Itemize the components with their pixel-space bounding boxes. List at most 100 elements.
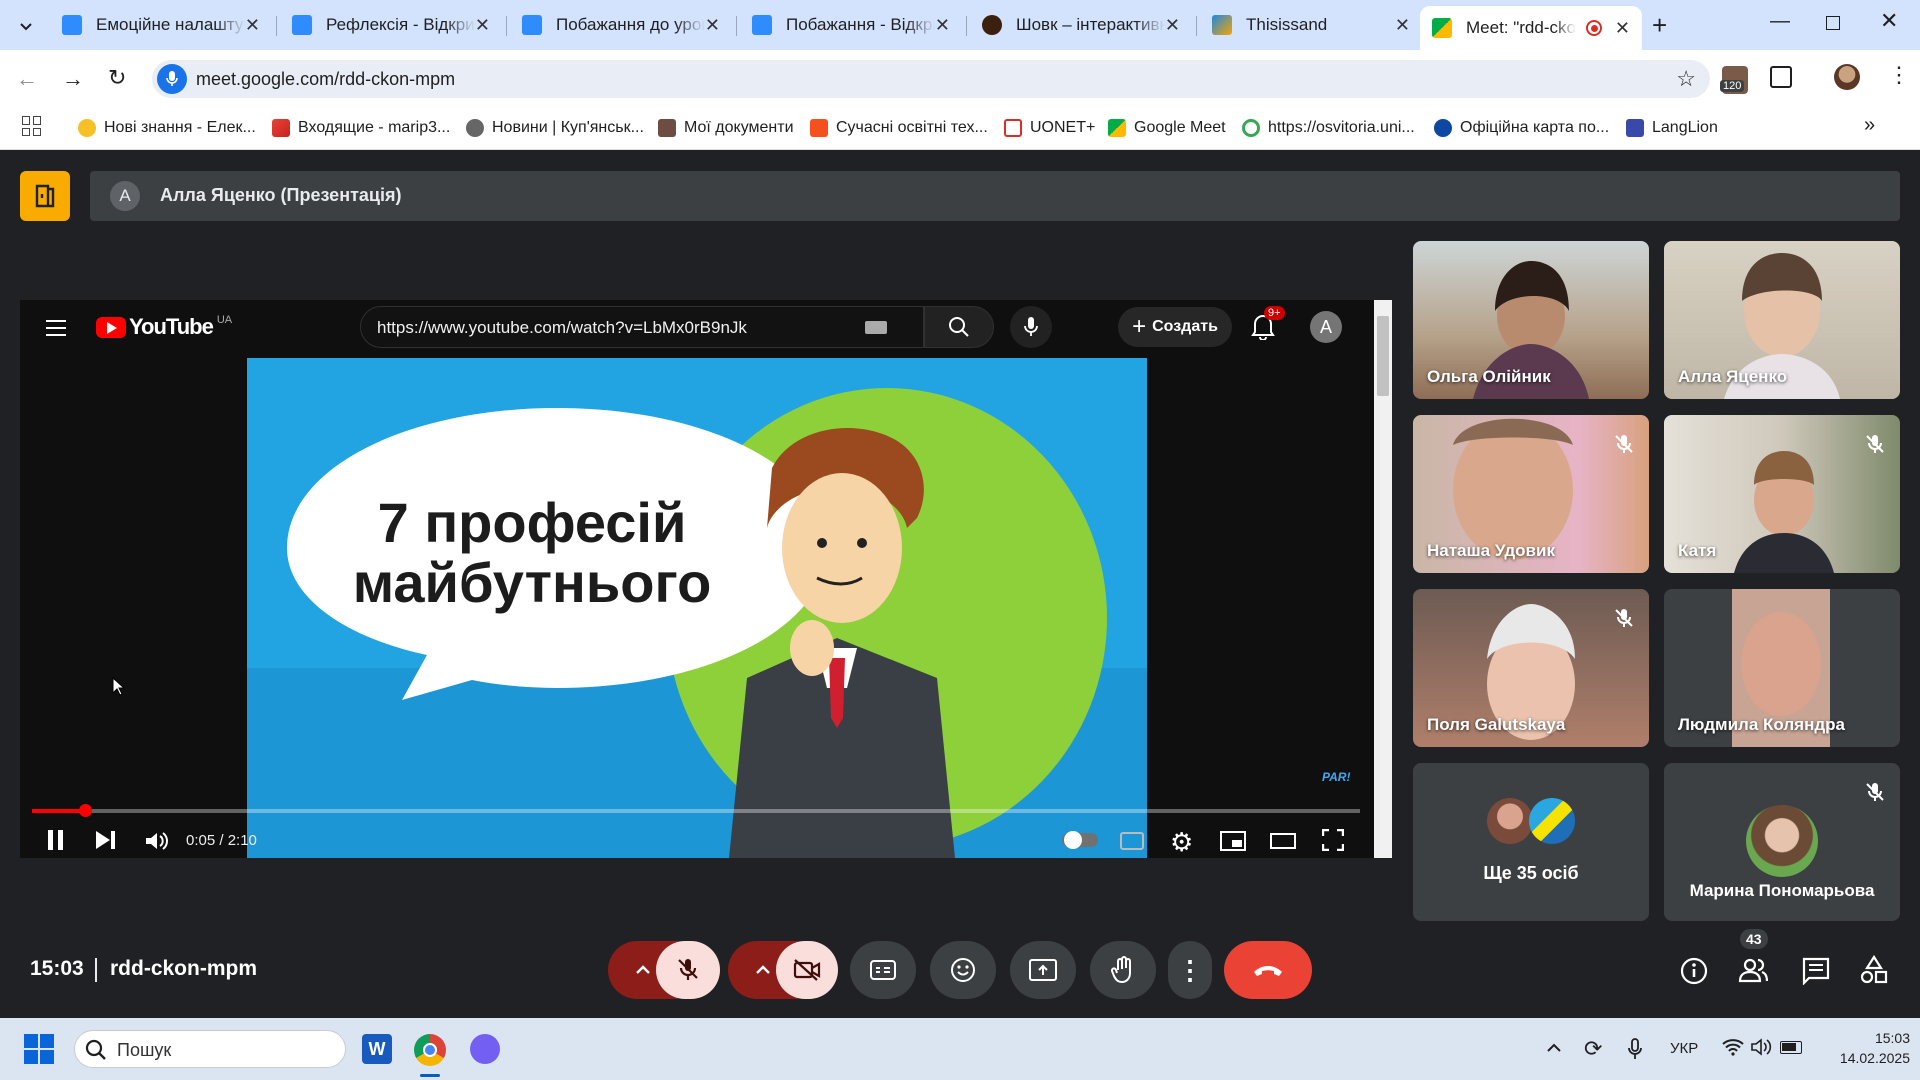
volume-button[interactable] [144,830,170,852]
extensions-icon[interactable] [1770,66,1792,88]
menu-icon[interactable]: ⋮ [1888,62,1910,88]
raise-hand-button[interactable] [1090,941,1156,999]
more-participants-tile[interactable]: Ще 35 осіб [1413,763,1649,921]
pause-button[interactable] [46,830,66,852]
profile-avatar[interactable] [1834,64,1860,90]
participant-tile[interactable]: Поля Galutskaya [1413,589,1649,747]
tab-emotional[interactable]: Емоційне налаштува ✕ [50,8,272,42]
close-icon[interactable]: ✕ [475,15,490,36]
youtube-notifications-button[interactable]: 9+ [1250,306,1285,342]
tab-thisissand[interactable]: Thisissand ✕ [1200,8,1422,42]
tab-silk[interactable]: Шовк – інтерактивн ✕ [970,8,1192,42]
more-bookmarks-icon[interactable]: » [1864,114,1875,137]
apps-icon[interactable] [22,116,42,136]
miniplayer-button[interactable] [1220,831,1246,851]
close-icon[interactable]: ✕ [1165,15,1180,36]
progress-scrubber[interactable] [79,804,93,817]
bookmark-item[interactable]: Входящие - marip3... [272,116,450,140]
youtube-create-button[interactable]: + Создать [1118,307,1232,347]
video-progress-bar[interactable] [32,804,1360,817]
viber-app-icon[interactable] [470,1034,500,1064]
youtube-avatar[interactable]: A [1310,311,1342,343]
more-options-button[interactable]: ⋮ [1168,941,1212,999]
speaker-icon[interactable] [1750,1038,1772,1061]
forward-button[interactable]: → [62,66,84,92]
theater-button[interactable] [1270,833,1296,849]
leave-call-button[interactable] [1224,941,1312,999]
bookmark-item[interactable]: Офіційна карта по... [1434,116,1609,140]
meeting-details-button[interactable] [1680,957,1708,990]
bookmark-item[interactable]: Нові знання - Елек... [78,116,256,140]
close-icon[interactable]: ✕ [705,15,720,36]
muted-icon [1864,433,1886,455]
youtube-search-button[interactable] [924,306,994,348]
bookmark-item[interactable]: LangLion [1626,116,1718,140]
participant-tile[interactable]: Наташа Удовик [1413,415,1649,573]
chat-button[interactable] [1802,957,1830,990]
chrome-app-icon[interactable] [414,1034,446,1077]
microphone-tray-icon[interactable] [1628,1038,1642,1065]
youtube-logo[interactable]: YouTube UA [96,314,232,340]
star-icon[interactable]: ☆ [1676,66,1696,92]
settings-button[interactable]: ⚙ [1170,827,1193,858]
word-app-icon[interactable]: W [362,1034,392,1064]
close-icon[interactable]: ✕ [245,15,260,36]
language-indicator[interactable]: УКР [1670,1040,1698,1057]
wifi-icon[interactable] [1722,1038,1744,1061]
close-icon[interactable]: ✕ [1395,15,1410,36]
extension-calendar[interactable]: 120 [1720,66,1748,94]
captions-button[interactable] [850,941,916,999]
activities-button[interactable] [1860,954,1888,990]
minimize-button[interactable]: — [1770,10,1790,33]
present-button[interactable] [1010,941,1076,999]
fullscreen-button[interactable] [1321,828,1345,852]
bookmark-item[interactable]: Google Meet [1108,116,1226,140]
battery-icon[interactable] [1780,1041,1802,1054]
site-info-icon[interactable] [157,64,187,94]
people-button[interactable]: 43 [1738,929,1769,988]
close-icon[interactable]: ✕ [1615,18,1630,39]
youtube-voice-button[interactable] [1010,306,1052,348]
start-button[interactable] [24,1034,54,1064]
close-window-button[interactable]: ✕ [1880,8,1898,34]
tab-reflection[interactable]: Рефлексія - Відкрий ✕ [280,8,502,42]
new-tab-button[interactable]: + [1652,10,1667,41]
bookmark-item[interactable]: Сучасні освітні тех... [810,116,988,140]
subtitles-button[interactable] [1120,832,1144,850]
leave-presentation-button[interactable] [20,171,70,221]
video-frame[interactable]: 7 професій майбутнього [247,358,1147,858]
taskbar-search[interactable]: Пошук [74,1030,346,1068]
tab-wishes[interactable]: Побажання - Відкри ✕ [740,8,962,42]
scrollbar-thumb[interactable] [1377,316,1389,396]
keyboard-icon[interactable] [865,321,887,334]
participant-tile[interactable]: Алла Яценко [1664,241,1900,399]
url-text[interactable]: meet.google.com/rdd-ckon-mpm [196,69,455,90]
participant-tile[interactable]: Ольга Олійник [1413,241,1649,399]
participant-tile[interactable]: Марина Пономарьова [1664,763,1900,921]
bookmark-item[interactable]: https://osvitoria.uni... [1242,116,1415,140]
scrollbar[interactable] [1374,300,1392,858]
address-bar[interactable]: meet.google.com/rdd-ckon-mpm ☆ [152,60,1710,98]
reactions-button[interactable] [930,941,996,999]
restore-button[interactable] [1826,16,1840,30]
youtube-search-input[interactable]: https://www.youtube.com/watch?v=LbMx0rB9… [360,306,924,348]
participant-tile[interactable]: Катя [1664,415,1900,573]
close-icon[interactable]: ✕ [935,15,950,36]
camera-button[interactable] [776,941,838,999]
reload-button[interactable]: ↻ [108,65,126,91]
participant-tile[interactable]: Людмила Коляндра [1664,589,1900,747]
bookmark-item[interactable]: Новини | Куп'янськ... [466,116,644,140]
hamburger-icon[interactable] [46,320,66,336]
clock[interactable]: 15:03 14.02.2025 [1820,1030,1910,1066]
bookmark-item[interactable]: Мої документи [658,116,794,140]
sync-icon[interactable]: ⟳ [1584,1036,1602,1062]
bookmark-item[interactable]: UONET+ [1004,116,1095,140]
autoplay-toggle[interactable] [1062,831,1098,849]
tab-wishes-lesson[interactable]: Побажання до урок ✕ [510,8,732,42]
tray-chevron-icon[interactable] [1546,1040,1562,1058]
next-button[interactable] [96,830,118,852]
back-button[interactable]: ← [16,66,38,92]
microphone-button[interactable] [656,941,720,999]
tab-meet[interactable]: Meet: "rdd-ckon- ✕ [1420,6,1642,50]
tab-search-button[interactable] [12,12,40,40]
